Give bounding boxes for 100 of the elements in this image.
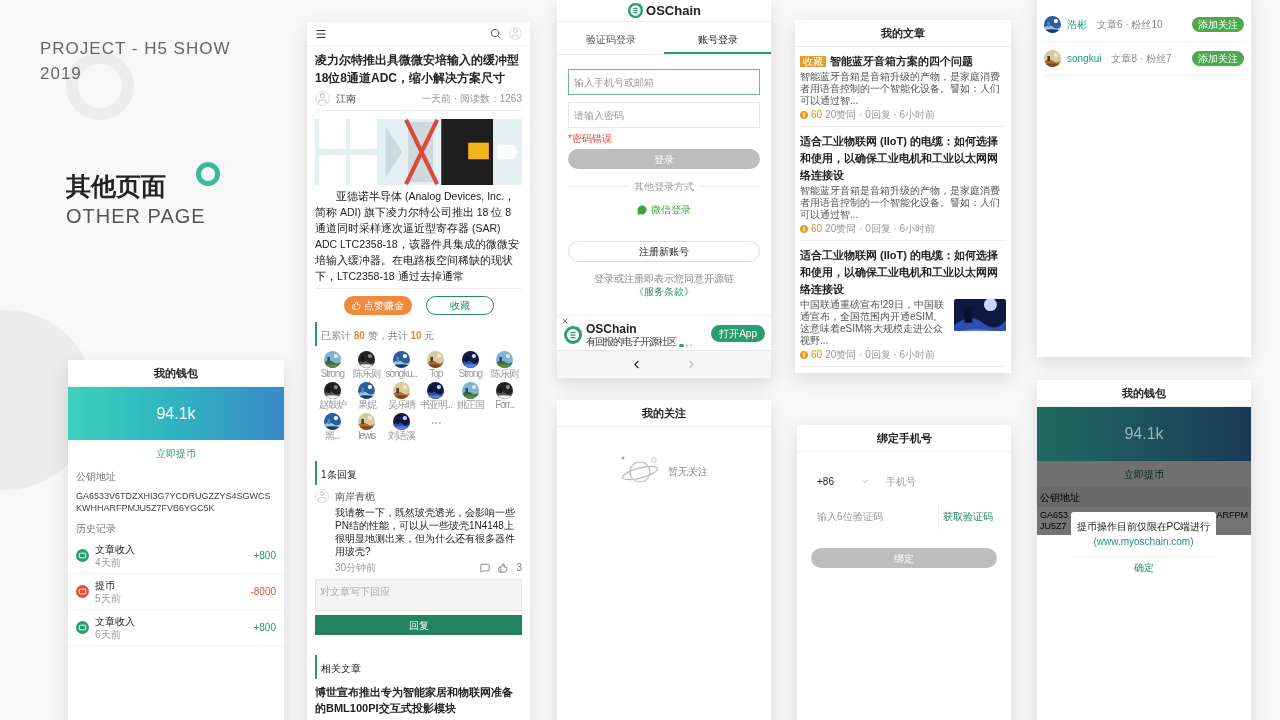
liker-name: lewis (358, 430, 376, 442)
article-excerpt: 智能蓝牙音箱是音箱升级的产物，是家庭消费者用语音控制的一个智能化设备。譬如：人们可以通过智... (800, 71, 1001, 107)
article-body: 亚德诺半导体 (Analog Devices, Inc.，简称 ADI) 旗下凌力尔特公司推出 18 位 8 通道同时采样逐次逼近型寄存器 (SAR) ADC LTC2358-18，该器件具集成的微微安培输入缓冲器。在电路板空间稀缺的现状下，LTC2358-18 通过去掉通常 (315, 189, 520, 284)
record-amount: +800 (253, 621, 276, 635)
project-label: PROJECT - H5 SHOW (40, 38, 231, 60)
wechat-login-link[interactable]: 微信登录 (637, 202, 691, 217)
related-article-link[interactable]: 博世宣布推出专为智能家居和物联网准备的BML100PI交互式投影模块 (315, 684, 522, 716)
screen-title: 我的文章 (881, 25, 925, 41)
divider-label: 其他登录方式 (634, 180, 694, 194)
screen-title: 绑定手机号 (876, 430, 932, 446)
coin-count: 60 (811, 223, 823, 235)
brand-name: OSChain (646, 1, 701, 20)
thumbs-up-icon (351, 301, 361, 310)
login-tab[interactable]: 账号登录 (664, 27, 771, 54)
coin-count: 60 (811, 349, 823, 361)
account-field[interactable]: 输入手机号或邮箱 (568, 69, 760, 95)
reply-button[interactable]: 回复 (315, 615, 522, 635)
page-subtitle: OTHER PAGE (66, 204, 206, 229)
menu-icon[interactable] (315, 27, 327, 40)
follow-button[interactable]: 添加关注 (1192, 17, 1244, 32)
liker-name: 刘语溪 (387, 430, 415, 442)
article-excerpt: 智能蓝牙音箱是音箱升级的产物，是家庭消费者用语音控制的一个智能化设备。譬如：人们可以通过智... (800, 185, 1001, 221)
record-icon (76, 549, 89, 562)
article-item-title: 适合工业物联网 (IIoT) 的电缆：如何选择和使用，以确保工业电机和工业以太网网络连接设 (800, 249, 998, 295)
record-icon (76, 621, 89, 634)
reply-icon[interactable] (480, 562, 491, 573)
screen-title: 我的关注 (642, 405, 686, 421)
article-stats: 20赞同 · 0回复 · 6小时前 (825, 349, 936, 361)
like-button[interactable]: 点赞赚金 (343, 296, 412, 315)
thumbs-up-icon[interactable] (498, 562, 509, 573)
like-tally: 已累计 80 赞，共计 10 元 (321, 330, 435, 341)
confirm-button[interactable]: 确定 (1071, 556, 1216, 578)
dialog-link[interactable]: (www.myoschain.com) (1093, 534, 1194, 549)
record-title: 文章收入 (95, 614, 136, 628)
article-stats: 20赞同 · 0回复 · 6小时前 (825, 109, 936, 121)
article-item[interactable]: 收藏 智能蓝牙音箱方案的四个问题 智能蓝牙音箱是音箱升级的产物，是家庭消费者用语音控制的一个智能化设备。譬如：人们可以通过智... 60 20赞同 · 0回复 · 6小时前 (800, 47, 1006, 127)
commenter-avatar-icon (315, 489, 329, 503)
dialog-message: 提币操作目前仅限在PC端进行 (1076, 520, 1211, 534)
liker-name: Top (429, 368, 443, 380)
key-fragment: GA653 (1040, 510, 1069, 521)
liker-name: 果妮 (357, 399, 376, 411)
coin-icon (800, 111, 808, 119)
comment-time: 30分钟前 (335, 561, 378, 575)
record-amount: -8000 (250, 585, 276, 599)
screen-title: 我的钱包 (1122, 385, 1166, 401)
key-address: GA6533V6TDZXHI3G7YCDRUGZZYS4SGWCSKWHHARFPMJU5Z7FVB6YGC5K (76, 490, 272, 514)
liker-name: Forr... (495, 399, 515, 411)
get-code-button[interactable]: 获取验证码 (938, 503, 997, 530)
liker-name: 陈乐则 (353, 368, 381, 380)
banner-slogan: 有回报的电子开源社区 (586, 336, 676, 347)
close-icon[interactable] (561, 317, 569, 325)
balance-amount: 94.1k (1124, 424, 1164, 444)
author-name: 江南 (336, 92, 357, 106)
liker-name: Strong (320, 368, 344, 380)
author-avatar-icon (315, 91, 330, 106)
withdraw-link[interactable]: 立即提币 (1124, 466, 1164, 482)
error-message: *密码错误 (568, 132, 613, 146)
article-title: 凌力尔特推出具微微安培输入的缓冲型18位8通道ADC，缩小解决方案尺寸 (315, 52, 520, 87)
open-app-button[interactable]: 打开App (711, 324, 765, 342)
commenter-name: 南岸青栀 (335, 490, 376, 504)
article-excerpt: 中国联通重磅宣布!29日，中国联通宣布，全国范围内开通eSIM。这意味着eSIM将大规模走进公众视野... (800, 299, 945, 347)
page-dots-icon (679, 344, 693, 347)
record-title: 文章收入 (95, 542, 136, 556)
record-time: 6天前 (95, 627, 122, 641)
empty-message: 暂无关注 (668, 464, 708, 479)
article-item-title: 适合工业物联网 (IIoT) 的电缆：如何选择和使用，以确保工业电机和工业以太网网络连接设 (800, 135, 998, 181)
record-title: 提币 (95, 578, 116, 592)
decorative-ring (196, 162, 220, 186)
avatar-icon[interactable] (509, 27, 522, 40)
liker-name: 黑... (325, 430, 340, 442)
withdraw-link[interactable]: 立即提币 (156, 445, 196, 461)
article-item[interactable]: 适合工业物联网 (IIoT) 的电缆：如何选择和使用，以确保工业电机和工业以太网网络连接设 智能蓝牙音箱是音箱升级的产物，是家庭消费者用语音控制的一个智能化设备。譬如：人们可以通过智... 60 20赞同 · 0回复 · 6小时前 (800, 127, 1006, 241)
user-stats: 文章8 · 粉丝7 (1111, 52, 1173, 66)
user-name[interactable]: songkui (1067, 51, 1102, 66)
user-name[interactable]: 浩彬 (1067, 17, 1087, 32)
logo-icon (627, 2, 645, 19)
coin-icon (800, 225, 808, 233)
comment-text: 我请教一下，既然玻壳透光，会影响一些PN结的性能，可以从一些玻壳1N4148上很明显地测出来，但为什么还有很多器件用玻壳? (335, 506, 516, 558)
article-stats: 20赞同 · 0回复 · 6小时前 (825, 223, 936, 235)
liker-name: 陈乐则 (491, 368, 519, 380)
liker-name: 姚正国 (456, 399, 484, 411)
article-item[interactable]: 适合工业物联网 (IIoT) 的电缆：如何选择和使用，以确保工业电机和工业以太网网络连接设 中国联通重磅宣布!29日，中国联通宣布，全国范围内开通eSIM。这意味着eSIM将大规模走进公众视野... 60 20赞同 · 0回复 · 6小时前 (800, 241, 1006, 367)
balance-amount: 94.1k (156, 403, 196, 424)
password-field[interactable]: 请输入密码 (568, 102, 760, 128)
key-fragment: JU5Z7 (1040, 521, 1068, 532)
search-icon[interactable] (490, 28, 501, 39)
like-count: 3 (516, 561, 522, 575)
code-field[interactable]: 输入6位验证码 (811, 503, 938, 530)
liker-name: Strong (458, 368, 482, 380)
terms-link[interactable]: 《服务条款》 (634, 286, 694, 297)
page-title: 其他页面 (66, 171, 167, 202)
login-tab[interactable]: 验证码登录 (557, 27, 664, 54)
follow-button[interactable]: 添加关注 (1192, 51, 1244, 66)
banner-brand: OSChain (586, 323, 638, 336)
chat-bubble-icon (637, 204, 647, 215)
caret-icon (860, 477, 869, 486)
key-fragment: ARFPM (1216, 510, 1248, 521)
liker-name: songku... (385, 368, 418, 380)
section-label: 公钥地址 (1040, 490, 1080, 505)
section-heading: 1条回复 (321, 469, 357, 480)
